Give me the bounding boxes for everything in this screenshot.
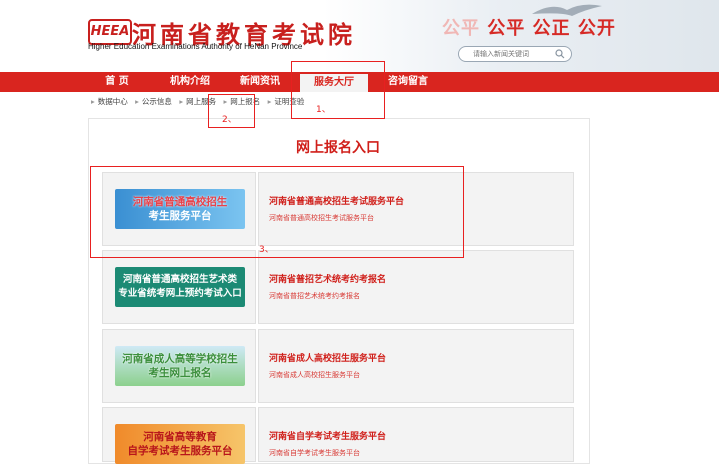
nav-item-home[interactable]: 首 页 [92,72,142,92]
breadcrumb-item[interactable]: 数据中心 [98,97,128,106]
slogan-text: 公平 公正 公开 [487,18,616,39]
entry-banner[interactable]: 河南省高等教育 自学考试考生服务平台 [115,424,245,464]
entry-banner-cell[interactable]: 河南省高等教育 自学考试考生服务平台 [102,407,256,464]
annotation-box [90,166,464,258]
site-subtitle: Higher Education Examinations Authority … [88,42,303,51]
entry-banner-cell[interactable]: 河南省普通高校招生艺术类 专业省统考网上预约考试入口 [102,250,256,324]
entry-row[interactable]: 河南省成人高等学校招生 考生网上报名 河南省成人高校招生服务平台 河南省成人高校… [102,329,574,403]
entry-title[interactable]: 河南省普招艺术统考约考报名 [269,272,386,285]
entry-banner-cell[interactable]: 河南省成人高等学校招生 考生网上报名 [102,329,256,403]
banner-line: 河南省高等教育 [143,431,217,443]
entry-banner[interactable]: 河南省普通高校招生艺术类 专业省统考网上预约考试入口 [115,267,245,307]
annotation-label: 2、 [222,115,237,125]
entry-banner[interactable]: 河南省成人高等学校招生 考生网上报名 [115,346,245,386]
annotation-label: 1、 [316,105,331,115]
entry-subtitle[interactable]: 河南省成人高校招生服务平台 [269,370,360,380]
entry-text-cell[interactable]: 河南省成人高校招生服务平台 河南省成人高校招生服务平台 [258,329,574,403]
banner-line: 自学考试考生服务平台 [127,445,233,457]
entry-row[interactable]: 河南省普通高校招生艺术类 专业省统考网上预约考试入口 河南省普招艺术统考约考报名… [102,250,574,324]
nav-item-news[interactable]: 新闻资讯 [230,72,290,92]
banner-line: 河南省成人高等学校招生 [122,353,238,365]
breadcrumb-item[interactable]: 公示信息 [142,97,172,106]
search-icon[interactable] [555,49,565,59]
entry-text-cell[interactable]: 河南省自学考试考生服务平台 河南省自学考试考生服务平台 [258,407,574,462]
search-box[interactable] [458,46,572,62]
nav-item-about[interactable]: 机构介绍 [160,72,220,92]
slogan-ghost: 公平 [442,18,480,39]
search-input[interactable] [473,48,553,60]
entry-row[interactable]: 河南省高等教育 自学考试考生服务平台 河南省自学考试考生服务平台 河南省自学考试… [102,407,574,464]
slogan: 公平 公平 公正 公开 [442,14,616,40]
entry-subtitle[interactable]: 河南省普招艺术统考约考报名 [269,291,360,301]
banner-line: 考生网上报名 [148,367,212,379]
banner-line: 河南省普通高校招生艺术类 [122,274,237,285]
banner-line: 专业省统考网上预约考试入口 [118,288,242,299]
entry-subtitle[interactable]: 河南省自学考试考生服务平台 [269,448,360,458]
breadcrumb: ▸ 数据中心 ▸ 公示信息 ▸ 网上服务 ▸ 网上报名 ▸ 证明查验 [91,97,305,106]
entry-title[interactable]: 河南省自学考试考生服务平台 [269,429,386,442]
annotation-label: 3、 [259,245,274,255]
page-title: 网上报名入口 [296,140,380,156]
entry-title[interactable]: 河南省成人高校招生服务平台 [269,351,386,364]
annotation-box [291,61,385,119]
nav-item-consult[interactable]: 咨询留言 [378,72,438,92]
entry-text-cell[interactable]: 河南省普招艺术统考约考报名 河南省普招艺术统考约考报名 [258,250,574,324]
